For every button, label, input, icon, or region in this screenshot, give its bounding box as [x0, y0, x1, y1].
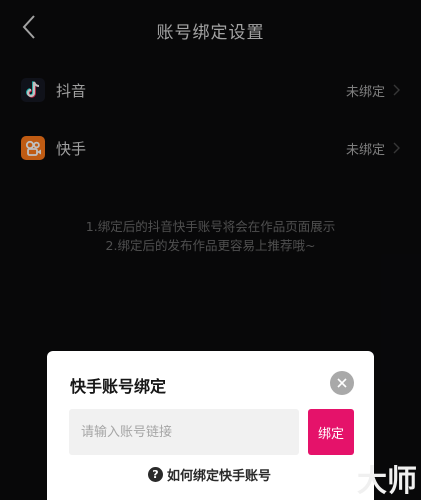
account-link-input[interactable]	[69, 409, 299, 455]
watermark-text: 大师	[357, 464, 417, 499]
question-icon: ?	[148, 467, 163, 482]
dialog-title: 快手账号绑定	[70, 377, 167, 396]
close-icon	[337, 378, 347, 388]
close-button[interactable]	[330, 371, 354, 395]
help-text: 如何绑定快手账号	[167, 469, 272, 484]
help-link[interactable]: ? 如何绑定快手账号	[148, 465, 271, 484]
account-binding-page: 账号绑定设置 抖音 未绑定 快手 未绑定 1.绑定后的抖音快手账号将会在作品页面…	[0, 0, 421, 500]
bind-button[interactable]: 绑定	[308, 409, 354, 455]
kuaishou-bind-dialog: 快手账号绑定 绑定 ? 如何绑定快手账号	[47, 351, 374, 500]
